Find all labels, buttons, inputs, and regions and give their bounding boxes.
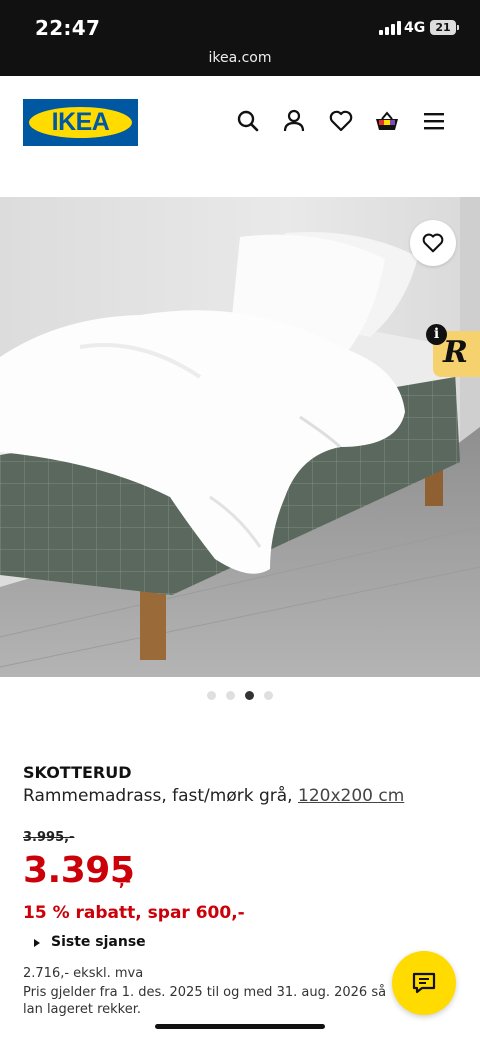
ikea-logo[interactable]: IKEA bbox=[23, 99, 138, 146]
product-size-link[interactable]: 120x200 cm bbox=[298, 786, 404, 806]
chat-button[interactable] bbox=[392, 951, 456, 1015]
shopping-bag-icon[interactable] bbox=[374, 108, 400, 134]
carousel-dot-3[interactable] bbox=[245, 691, 254, 700]
old-price: 3.995,- bbox=[23, 830, 75, 845]
product-description: Rammemadrass, fast/mørk grå, 120x200 cm bbox=[23, 786, 404, 806]
signal-icon bbox=[379, 21, 401, 35]
info-icon[interactable]: i bbox=[426, 324, 447, 345]
chat-icon bbox=[412, 972, 436, 994]
r-logo-icon: R bbox=[443, 335, 468, 370]
heart-icon bbox=[422, 233, 444, 253]
product-name: SKOTTERUD bbox=[23, 763, 132, 782]
user-icon[interactable] bbox=[281, 108, 307, 134]
status-bar: 22:47 4G 21 ikea.com bbox=[0, 0, 480, 76]
battery-tip bbox=[457, 25, 459, 30]
site-header: IKEA bbox=[0, 76, 480, 196]
carousel-dot-1[interactable] bbox=[207, 691, 216, 700]
favorite-button[interactable] bbox=[410, 220, 456, 266]
product-image[interactable] bbox=[0, 197, 480, 677]
discount-text: 15 % rabatt, spar 600,- bbox=[23, 903, 245, 923]
network-type: 4G bbox=[404, 20, 426, 36]
product-description-text: Rammemadrass, fast/mørk grå, bbox=[23, 786, 293, 806]
carousel-dot-4[interactable] bbox=[264, 691, 273, 700]
last-chance-badge: Siste sjanse bbox=[51, 934, 146, 950]
caret-right-icon bbox=[34, 939, 40, 947]
search-icon[interactable] bbox=[235, 108, 261, 134]
price-suffix: ,- bbox=[119, 872, 131, 890]
price-validity: Pris gjelder fra 1. des. 2025 til og med… bbox=[23, 985, 387, 1017]
price-ex-vat: 2.716,- ekskl. mva bbox=[23, 966, 144, 981]
url-bar[interactable]: ikea.com bbox=[0, 50, 480, 66]
price: 3.395 bbox=[23, 850, 135, 891]
heart-icon[interactable] bbox=[328, 108, 354, 134]
battery-icon: 21 bbox=[430, 20, 456, 35]
carousel-dot-2[interactable] bbox=[226, 691, 235, 700]
logo-text: IKEA bbox=[51, 108, 110, 136]
menu-icon[interactable] bbox=[421, 108, 447, 134]
home-indicator[interactable] bbox=[155, 1024, 325, 1029]
clock: 22:47 bbox=[35, 16, 101, 40]
